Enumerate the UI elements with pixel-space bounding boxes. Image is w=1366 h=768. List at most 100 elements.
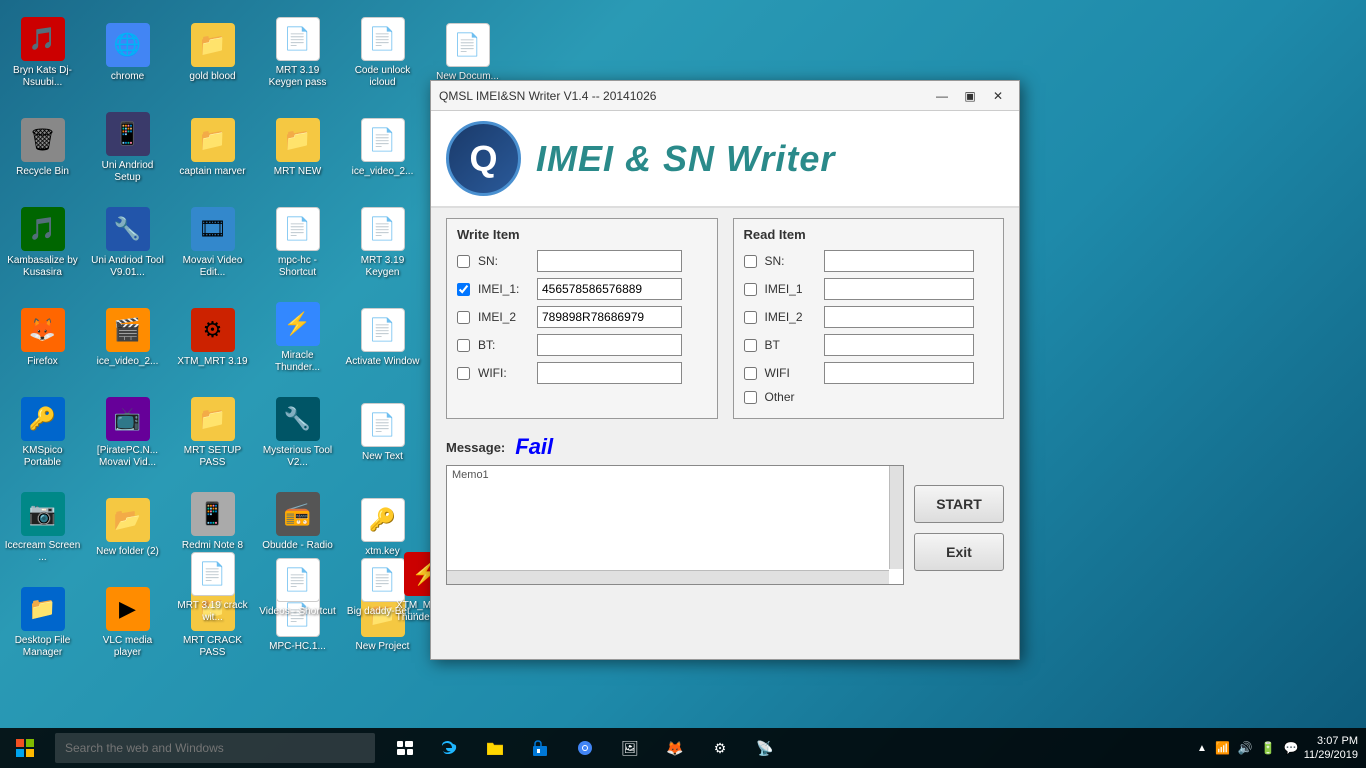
app-title: IMEI & SN Writer xyxy=(536,138,835,180)
notification-icon[interactable]: 💬 xyxy=(1284,741,1299,755)
clock-time: 3:07 PM xyxy=(1304,734,1358,748)
wifi-read-checkbox[interactable] xyxy=(744,367,757,380)
memo-label: Memo1 xyxy=(447,466,494,484)
exit-button[interactable]: Exit xyxy=(914,533,1004,571)
code-unlock-label: Code unlock icloud xyxy=(344,65,421,89)
imei1-read-checkbox[interactable] xyxy=(744,283,757,296)
wifi-read-input[interactable] xyxy=(824,362,974,384)
desktop-icon-captain[interactable]: 📁 captain marver xyxy=(170,100,255,195)
desktop-icon-activate[interactable]: 📄 Activate Window xyxy=(340,290,425,385)
imei2-write-checkbox[interactable] xyxy=(457,311,470,324)
photos-button[interactable]: 🖼 xyxy=(610,728,650,768)
desktop-icon-uni-andriod-setup[interactable]: 📱 Uni Andriod Setup xyxy=(85,100,170,195)
store-button[interactable] xyxy=(520,728,560,768)
pirate-label: [PiratePC.N... Movavi Vid... xyxy=(89,445,166,469)
desktop-icon-new-folder2[interactable]: 📂 New folder (2) xyxy=(85,480,170,575)
explorer-button[interactable] xyxy=(475,728,515,768)
movavi-icon: 🎞 xyxy=(191,207,235,251)
app-content: Write Item SN: IMEI_1: IMEI_2 xyxy=(431,208,1019,595)
tray-arrow[interactable]: ▲ xyxy=(1197,743,1207,754)
write-panel-title: Write Item xyxy=(457,227,707,242)
desktop-icon-uni-tool[interactable]: 🔧 Uni Andriod Tool V9.01... xyxy=(85,195,170,290)
other-read-row: Other xyxy=(744,390,994,404)
desktop-icon-mpc-hc[interactable]: 📄 mpc-hc - Shortcut xyxy=(255,195,340,290)
task-view-button[interactable] xyxy=(385,728,425,768)
desktop-icon-miracle[interactable]: ⚡ Miracle Thunder... xyxy=(255,290,340,385)
icecream-label: Icecream Screen ... xyxy=(4,540,81,564)
imei2-read-checkbox[interactable] xyxy=(744,311,757,324)
desktop-icon-bryn-kats[interactable]: 🎵 Bryn Kats Dj-Nsuubi... xyxy=(0,5,85,100)
desktop-icon-chrome[interactable]: 🌐 chrome xyxy=(85,5,170,100)
desktop-icon-videos[interactable]: 📄 Videos - Shortcut xyxy=(255,540,340,635)
bt-read-checkbox[interactable] xyxy=(744,339,757,352)
desktop-icon-mrt-keygen[interactable]: 📄 MRT 3.19 Keygen xyxy=(340,195,425,290)
desktop-icon-new-text[interactable]: 📄 New Text xyxy=(340,385,425,480)
memo-hscrollbar[interactable] xyxy=(447,570,889,584)
new-folder2-icon: 📂 xyxy=(106,498,150,542)
minimize-button[interactable]: — xyxy=(929,86,955,106)
desktop-icon-kambasalize[interactable]: 🎵 Kambasalize by Kusasira xyxy=(0,195,85,290)
uni-setup-icon: 📱 xyxy=(106,112,150,156)
volume-icon[interactable]: 🔊 xyxy=(1238,741,1253,755)
sn-write-input[interactable] xyxy=(537,250,682,272)
window-titlebar: QMSL IMEI&SN Writer V1.4 -- 20141026 — ▣… xyxy=(431,81,1019,111)
close-button[interactable]: ✕ xyxy=(985,86,1011,106)
bt-write-input[interactable] xyxy=(537,334,682,356)
desktop-icon-code-unlock[interactable]: 📄 Code unlock icloud xyxy=(340,5,425,100)
mpc-hc1-label: MPC-HC.1... xyxy=(269,641,326,653)
memo-scrollbar[interactable] xyxy=(889,466,903,569)
chrome-taskbar-button[interactable] xyxy=(565,728,605,768)
sn-read-input[interactable] xyxy=(824,250,974,272)
sn-read-checkbox[interactable] xyxy=(744,255,757,268)
imei2-write-input[interactable] xyxy=(537,306,682,328)
bt-read-input[interactable] xyxy=(824,334,974,356)
desktop-icon-vlc[interactable]: ▶ VLC media player xyxy=(85,575,170,670)
desktop-icons-container: 🎵 Bryn Kats Dj-Nsuubi... 🗑 Recycle Bin 🎵… xyxy=(0,5,430,725)
redmi-icon: 📱 xyxy=(191,492,235,536)
desktop-icon-ice-video2[interactable]: 📄 ice_video_2... xyxy=(340,100,425,195)
desktop-icon-mrt-setup[interactable]: 📁 MRT SETUP PASS xyxy=(170,385,255,480)
imei2-read-input[interactable] xyxy=(824,306,974,328)
desktop-icon-recycle-bin[interactable]: 🗑 Recycle Bin xyxy=(0,100,85,195)
desktop-icon-ice-video[interactable]: 🎬 ice_video_2... xyxy=(85,290,170,385)
radio-taskbar-button[interactable]: 📡 xyxy=(745,728,785,768)
clock[interactable]: 3:07 PM 11/29/2019 xyxy=(1304,734,1358,763)
imei1-write-input[interactable] xyxy=(537,278,682,300)
new-text-label: New Text xyxy=(362,451,403,463)
desktop-icon-mrt-keygen-pass[interactable]: 📄 MRT 3.19 Keygen pass xyxy=(255,5,340,100)
desktop-icon-icecream[interactable]: 📷 Icecream Screen ... xyxy=(0,480,85,575)
desktop-icon-mysterious[interactable]: 🔧 Mysterious Tool V2... xyxy=(255,385,340,480)
other-read-checkbox[interactable] xyxy=(744,391,757,404)
ice-video-label: ice_video_2... xyxy=(97,356,159,368)
imei1-write-checkbox[interactable] xyxy=(457,283,470,296)
desktop-icon-kmspico[interactable]: 🔑 KMSpico Portable xyxy=(0,385,85,480)
maximize-button[interactable]: ▣ xyxy=(957,86,983,106)
settings-taskbar-button[interactable]: ⚙ xyxy=(700,728,740,768)
window-controls: — ▣ ✕ xyxy=(929,86,1011,106)
desktop-icon-mrt-crack-wit[interactable]: 📄 MRT 3.19 crack wit... xyxy=(170,540,255,635)
desktop-icon-mrt-new[interactable]: 📁 MRT NEW xyxy=(255,100,340,195)
firefox-taskbar-button[interactable]: 🦊 xyxy=(655,728,695,768)
mrt-setup-label: MRT SETUP PASS xyxy=(174,445,251,469)
taskbar: 🖼 🦊 ⚙ 📡 ▲ 📶 🔊 🔋 💬 3:07 PM 11/29/2019 xyxy=(0,728,1366,768)
sn-write-checkbox[interactable] xyxy=(457,255,470,268)
start-button-taskbar[interactable] xyxy=(0,728,50,768)
search-input[interactable] xyxy=(55,733,375,763)
mrt-new-label: MRT NEW xyxy=(274,166,321,178)
desktop-icon-gold-blood[interactable]: 📁 gold blood xyxy=(170,5,255,100)
bt-write-checkbox[interactable] xyxy=(457,339,470,352)
xtm-mrt-icon: ⚙ xyxy=(191,308,235,352)
edge-button[interactable] xyxy=(430,728,470,768)
wifi-write-checkbox[interactable] xyxy=(457,367,470,380)
desktop-icon-xtm-mrt[interactable]: ⚙ XTM_MRT 3.19 xyxy=(170,290,255,385)
desktop-icon-movavi[interactable]: 🎞 Movavi Video Edit... xyxy=(170,195,255,290)
imei1-read-input[interactable] xyxy=(824,278,974,300)
recycle-bin-icon: 🗑 xyxy=(21,118,65,162)
desktop-icon-desktop-file[interactable]: 📁 Desktop File Manager xyxy=(0,575,85,670)
desktop-icon-firefox[interactable]: 🦊 Firefox xyxy=(0,290,85,385)
mysterious-label: Mysterious Tool V2... xyxy=(259,445,336,469)
mrt-crack-label: MRT CRACK PASS xyxy=(174,635,251,659)
desktop-icon-pirate[interactable]: 📺 [PiratePC.N... Movavi Vid... xyxy=(85,385,170,480)
wifi-write-input[interactable] xyxy=(537,362,682,384)
start-button[interactable]: START xyxy=(914,485,1004,523)
